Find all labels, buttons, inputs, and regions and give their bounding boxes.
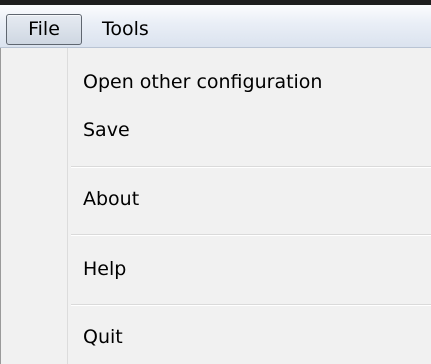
menu-bar: File Tools bbox=[0, 5, 431, 48]
menu-item-open-other-configuration[interactable]: Open other configuration bbox=[71, 63, 431, 101]
file-dropdown-menu: Open other configuration Save About Help… bbox=[0, 48, 431, 364]
menu-icon-gutter bbox=[2, 48, 68, 364]
menu-separator bbox=[71, 234, 431, 236]
menu-separator bbox=[71, 304, 431, 306]
menu-item-about[interactable]: About bbox=[71, 180, 431, 218]
menu-item-quit[interactable]: Quit bbox=[71, 318, 431, 356]
menu-item-save[interactable]: Save bbox=[71, 111, 431, 149]
menu-tools[interactable]: Tools bbox=[98, 14, 153, 45]
application-window: File Tools Open other configuration Save… bbox=[0, 0, 431, 364]
menu-separator bbox=[71, 166, 431, 168]
menu-file[interactable]: File bbox=[6, 14, 82, 45]
menu-item-help[interactable]: Help bbox=[71, 250, 431, 288]
